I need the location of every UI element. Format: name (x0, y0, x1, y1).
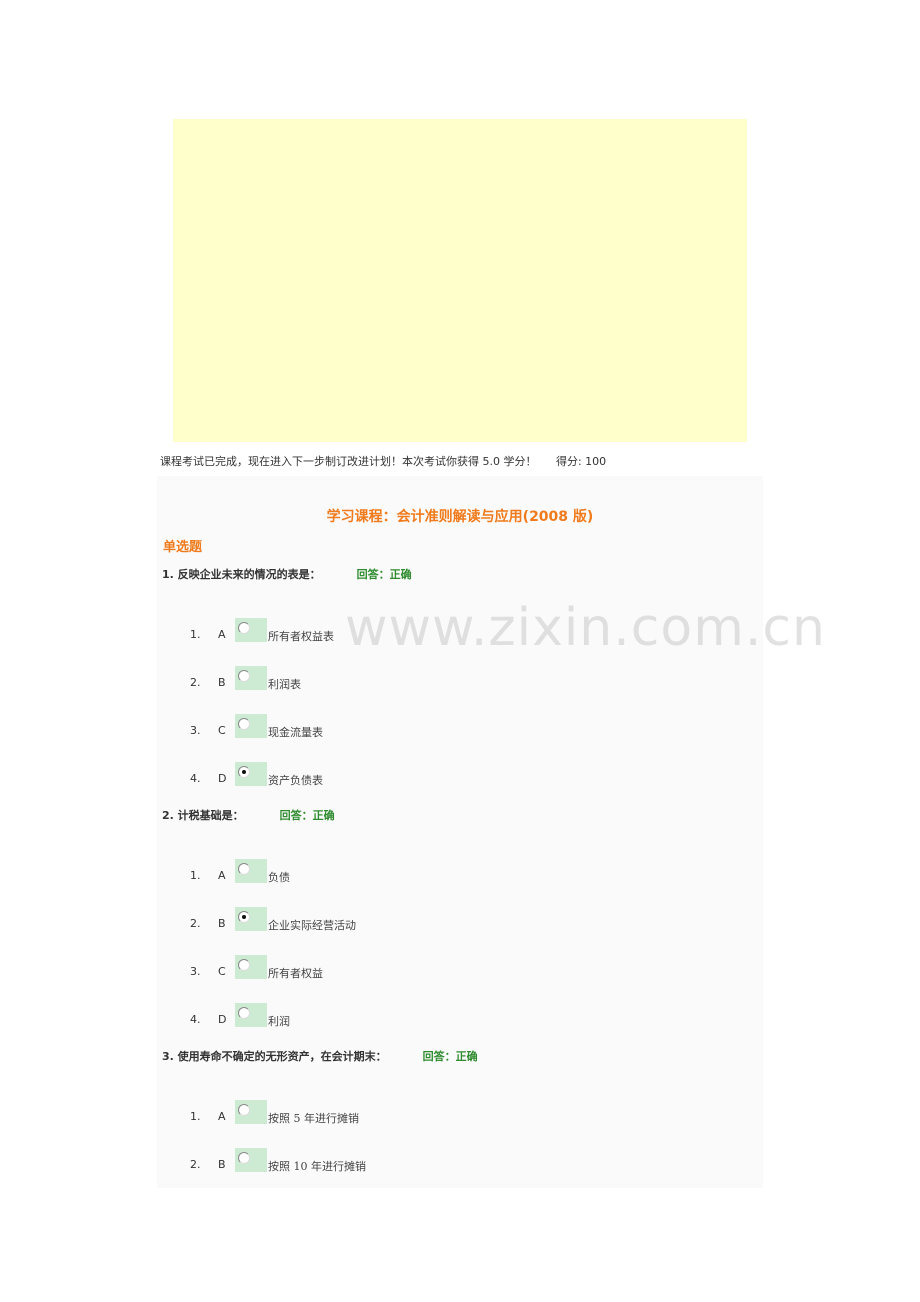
option-letter: D (218, 772, 227, 785)
option-letter: A (218, 628, 226, 641)
q3-option-b: 2. B 按照 10 年进行摊销 (157, 1148, 763, 1173)
option-text: 企业实际经营活动 (268, 919, 356, 932)
question-1: 1. 反映企业未来的情况的表是： 回答：正确 (162, 566, 412, 582)
radio-checked-icon[interactable] (238, 766, 250, 778)
option-letter: B (218, 1158, 226, 1171)
q3-option-b-radio[interactable] (235, 1148, 267, 1172)
option-number: 2. (190, 917, 201, 930)
q1-option-c: 3. C 现金流量表 (157, 714, 763, 739)
q2-option-d: 4. D 利润 (157, 1003, 763, 1028)
q2-option-d-radio[interactable] (235, 1003, 267, 1027)
option-letter: A (218, 1110, 226, 1123)
section-title-single-choice: 单选题 (163, 540, 203, 555)
q3-option-a: 1. A 按照 5 年进行摊销 (157, 1100, 763, 1125)
q2-option-a-radio[interactable] (235, 859, 267, 883)
course-title: 学习课程：会计准则解读与应用(2008 版) (326, 509, 594, 525)
q2-option-b-radio[interactable] (235, 907, 267, 931)
option-number: 4. (190, 772, 201, 785)
option-number: 4. (190, 1013, 201, 1026)
q1-option-b-radio[interactable] (235, 666, 267, 690)
question-3: 3. 使用寿命不确定的无形资产，在会计期末： 回答：正确 (162, 1048, 478, 1064)
q1-option-d-radio[interactable] (235, 762, 267, 786)
option-text: 负债 (268, 871, 290, 884)
option-letter: B (218, 676, 226, 689)
q1-option-b: 2. B 利润表 (157, 666, 763, 691)
option-letter: C (218, 724, 226, 737)
answer-status: 回答：正确 (422, 1050, 478, 1063)
option-text: 所有者权益 (268, 967, 323, 980)
q1-option-a-radio[interactable] (235, 618, 267, 642)
radio-icon[interactable] (238, 1007, 250, 1019)
radio-icon[interactable] (238, 718, 250, 730)
exam-status-line: 课程考试已完成，现在进入下一步制订改进计划！本次考试你获得 5.0 学分！ 得分… (160, 453, 606, 469)
exam-complete-message: 课程考试已完成，现在进入下一步制订改进计划！本次考试你获得 5.0 学分！ (160, 455, 537, 468)
option-number: 1. (190, 869, 201, 882)
option-letter: B (218, 917, 226, 930)
radio-icon[interactable] (238, 1104, 250, 1116)
option-letter: C (218, 965, 226, 978)
answer-status: 回答：正确 (356, 568, 412, 581)
q2-option-b: 2. B 企业实际经营活动 (157, 907, 763, 932)
option-number: 3. (190, 965, 201, 978)
exam-results-box: 学习课程：会计准则解读与应用(2008 版) 单选题 1. 反映企业未来的情况的… (157, 476, 763, 1188)
option-number: 2. (190, 676, 201, 689)
answer-status: 回答：正确 (279, 809, 335, 822)
option-letter: D (218, 1013, 227, 1026)
option-text: 现金流量表 (268, 726, 323, 739)
question-2: 2. 计税基础是： 回答：正确 (162, 807, 335, 823)
question-text: 3. 使用寿命不确定的无形资产，在会计期末： (162, 1050, 387, 1063)
question-text: 1. 反映企业未来的情况的表是： (162, 568, 321, 581)
option-text: 所有者权益表 (268, 630, 334, 643)
radio-icon[interactable] (238, 959, 250, 971)
embedded-content-panel (173, 119, 747, 442)
option-number: 3. (190, 724, 201, 737)
option-text: 利润 (268, 1015, 290, 1028)
radio-icon[interactable] (238, 1152, 250, 1164)
option-text: 资产负债表 (268, 774, 323, 787)
radio-checked-icon[interactable] (238, 911, 250, 923)
option-number: 2. (190, 1158, 201, 1171)
radio-icon[interactable] (238, 863, 250, 875)
option-text: 按照 5 年进行摊销 (268, 1112, 359, 1125)
q1-option-c-radio[interactable] (235, 714, 267, 738)
q2-option-c: 3. C 所有者权益 (157, 955, 763, 980)
radio-icon[interactable] (238, 670, 250, 682)
option-text: 利润表 (268, 678, 301, 691)
q2-option-a: 1. A 负债 (157, 859, 763, 884)
q2-option-c-radio[interactable] (235, 955, 267, 979)
radio-icon[interactable] (238, 622, 250, 634)
exam-score: 得分: 100 (555, 455, 607, 468)
option-text: 按照 10 年进行摊销 (268, 1160, 366, 1173)
q3-option-a-radio[interactable] (235, 1100, 267, 1124)
option-number: 1. (190, 1110, 201, 1123)
q1-option-a: 1. A 所有者权益表 (157, 618, 763, 643)
option-letter: A (218, 869, 226, 882)
option-number: 1. (190, 628, 201, 641)
q1-option-d: 4. D 资产负债表 (157, 762, 763, 787)
question-text: 2. 计税基础是： (162, 809, 244, 822)
